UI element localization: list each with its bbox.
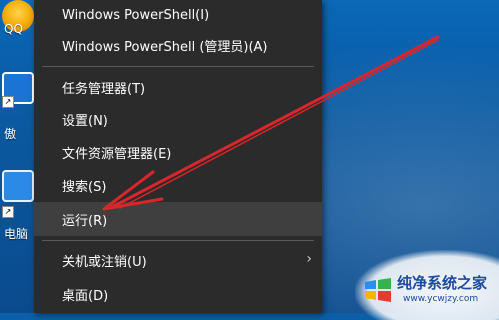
menu-item-label: 文件资源管理器(E) (62, 146, 172, 162)
menu-item-file-explorer[interactable]: 文件资源管理器(E) (34, 137, 322, 167)
desktop-icon-label-computer: 电脑 (4, 227, 29, 241)
menu-item-run[interactable]: 运行(R) (34, 202, 322, 236)
menu-item-shutdown-signout[interactable]: 关机或注销(U) › (34, 245, 322, 275)
menu-item-label: 运行(R) (62, 213, 108, 229)
menu-item-settings[interactable]: 设置(N) (34, 104, 322, 134)
shield-icon[interactable] (2, 170, 34, 202)
desktop-icon-label-qq: QQ (4, 22, 23, 36)
menu-separator (42, 66, 314, 67)
winx-context-menu: Windows PowerShell(I) Windows PowerShell… (34, 0, 322, 313)
watermark-title: 纯净系统之家 (397, 274, 488, 292)
menu-item-label: 关机或注销(U) (62, 254, 147, 270)
menu-separator (42, 240, 314, 241)
desktop-icon-label-app: 傲 (4, 127, 17, 141)
chevron-right-icon: › (306, 251, 312, 267)
menu-item-label: 桌面(D) (62, 288, 109, 304)
menu-item-task-manager[interactable]: 任务管理器(T) (34, 72, 322, 102)
shortcut-arrow-icon: ↗ (2, 206, 14, 218)
menu-item-powershell-admin[interactable]: Windows PowerShell (管理员)(A) (34, 30, 322, 60)
watermark-url: www.ycwjzy.com (403, 294, 479, 304)
shortcut-arrow-icon: ↗ (2, 96, 14, 108)
windows-logo-icon (365, 278, 391, 302)
menu-item-label: Windows PowerShell (管理员)(A) (62, 39, 268, 55)
menu-item-desktop[interactable]: 桌面(D) (34, 279, 322, 309)
menu-item-label: Windows PowerShell(I) (62, 7, 210, 23)
menu-item-label: 设置(N) (62, 113, 108, 129)
menu-item-powershell[interactable]: Windows PowerShell(I) (34, 0, 322, 30)
menu-item-label: 搜索(S) (62, 179, 107, 195)
menu-item-label: 任务管理器(T) (62, 81, 146, 97)
menu-item-search[interactable]: 搜索(S) (34, 170, 322, 200)
